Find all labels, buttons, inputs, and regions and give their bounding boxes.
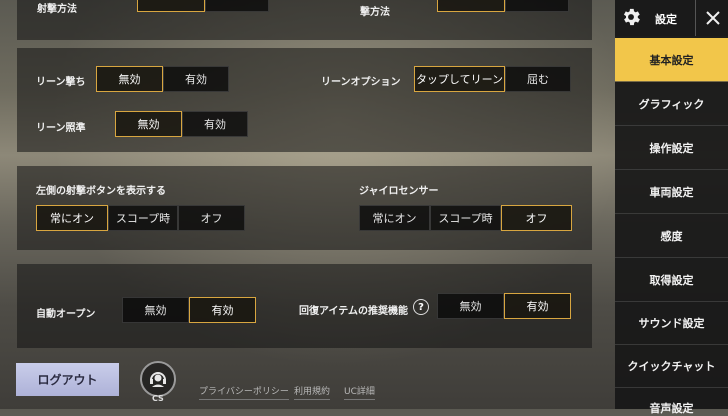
- close-icon[interactable]: [695, 0, 728, 36]
- lean-fire-toggle: 無効 有効: [96, 66, 229, 92]
- panel-lean: リーン撃ち 無効 有効 リーンオプション タップしてリーン 屈む リーン照準 無…: [17, 48, 592, 152]
- auto-open-toggle: 無効 有効: [122, 297, 256, 323]
- gyro-scope[interactable]: スコープ時: [430, 205, 501, 231]
- lean-option-toggle: タップしてリーン 屈む: [414, 66, 571, 92]
- tab-controls[interactable]: 操作設定: [615, 126, 728, 170]
- fire-method-right-toggle: [437, 0, 569, 12]
- left-fire-always[interactable]: 常にオン: [36, 205, 108, 231]
- tab-sensitivity[interactable]: 感度: [615, 214, 728, 258]
- lean-aim-off[interactable]: 無効: [115, 111, 182, 137]
- heal-recommend-on[interactable]: 有効: [504, 293, 571, 319]
- panel-fire-method: 射撃方法 撃方法: [17, 0, 592, 40]
- sidebar-header: 設定: [615, 0, 728, 36]
- logout-button[interactable]: ログアウト: [16, 363, 119, 396]
- customer-support-button[interactable]: CS: [138, 361, 178, 409]
- help-icon[interactable]: ?: [413, 299, 429, 315]
- fire-method-label: 射撃方法: [37, 4, 77, 15]
- lean-fire-label: リーン撃ち: [36, 77, 86, 88]
- tab-basic-settings[interactable]: 基本設定: [615, 38, 728, 82]
- lean-aim-toggle: 無効 有効: [115, 111, 248, 137]
- fire-method-right-option-1[interactable]: [437, 0, 505, 12]
- tab-voice[interactable]: 音声設定: [615, 388, 728, 415]
- gyro-always[interactable]: 常にオン: [359, 205, 430, 231]
- gyro-toggle: 常にオン スコープ時 オフ: [359, 205, 572, 231]
- panel-auto: 自動オープン 無効 有効 回復アイテムの推奨機能 ? 無効 有効: [17, 264, 592, 348]
- gear-icon: [620, 6, 642, 32]
- gyro-off[interactable]: オフ: [501, 205, 572, 231]
- left-fire-off[interactable]: オフ: [178, 205, 245, 231]
- tab-pickup[interactable]: 取得設定: [615, 258, 728, 302]
- tab-vehicle[interactable]: 車両設定: [615, 170, 728, 214]
- left-fire-scope[interactable]: スコープ時: [108, 205, 178, 231]
- terms-link[interactable]: 利用規約: [294, 384, 331, 400]
- left-fire-button-label: 左側の射撃ボタンを表示する: [36, 186, 166, 197]
- tab-quick-chat[interactable]: クイックチャット: [615, 344, 728, 388]
- settings-sidebar: 設定 基本設定 グラフィック 操作設定 車両設定 感度 取得設定 サウンド設定 …: [615, 0, 728, 415]
- panel-fire-display: 左側の射撃ボタンを表示する 常にオン スコープ時 オフ ジャイロセンサー 常にオ…: [17, 166, 592, 250]
- left-fire-button-toggle: 常にオン スコープ時 オフ: [36, 205, 245, 231]
- uc-details-link[interactable]: UC詳細: [344, 384, 375, 400]
- privacy-policy-link[interactable]: プライバシーポリシー: [199, 384, 289, 400]
- lean-aim-label: リーン照準: [36, 123, 86, 134]
- heal-recommend-label: 回復アイテムの推奨機能: [299, 306, 408, 317]
- auto-open-label: 自動オープン: [36, 309, 96, 320]
- heal-recommend-off[interactable]: 無効: [437, 293, 504, 319]
- fire-method-right-option-2[interactable]: [505, 0, 569, 12]
- lean-fire-off[interactable]: 無効: [96, 66, 163, 92]
- fire-method-option-2[interactable]: [205, 0, 269, 12]
- settings-title: 設定: [655, 13, 677, 26]
- headset-icon: [140, 361, 176, 397]
- auto-open-off[interactable]: 無効: [122, 297, 189, 323]
- heal-recommend-toggle: 無効 有効: [437, 293, 571, 319]
- gyro-label: ジャイロセンサー: [359, 186, 439, 197]
- fire-method-option-1[interactable]: [137, 0, 205, 12]
- fire-method-toggle: [137, 0, 269, 12]
- lean-fire-on[interactable]: 有効: [163, 66, 229, 92]
- fire-method-right-label: 撃方法: [360, 7, 390, 18]
- tab-sound[interactable]: サウンド設定: [615, 301, 728, 345]
- tab-graphics[interactable]: グラフィック: [615, 82, 728, 126]
- lean-option-label: リーンオプション: [321, 77, 401, 88]
- auto-open-on[interactable]: 有効: [189, 297, 256, 323]
- lean-option-crouch[interactable]: 屈む: [505, 66, 571, 92]
- cs-label: CS: [152, 394, 164, 403]
- lean-option-tap[interactable]: タップしてリーン: [414, 66, 505, 92]
- lean-aim-on[interactable]: 有効: [182, 111, 248, 137]
